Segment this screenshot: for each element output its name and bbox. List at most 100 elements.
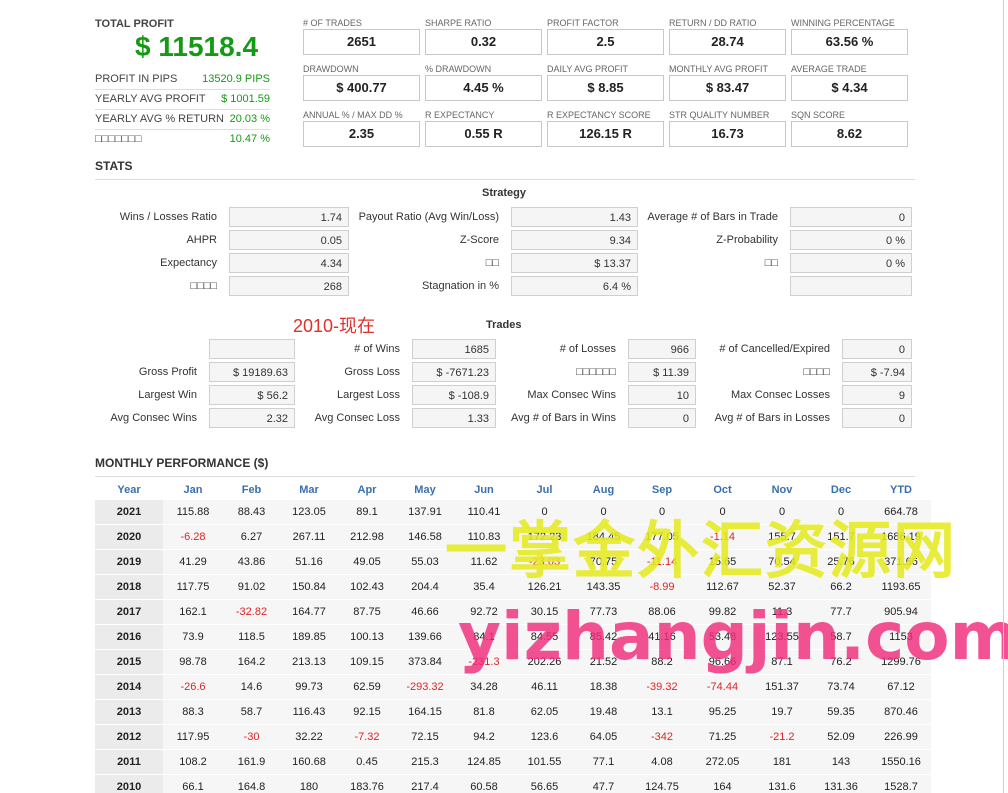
metric-daily-avg: DAILY AVG PROFIT $ 8.85	[547, 64, 664, 104]
metric-sqn-score: SQN SCORE 8.62	[791, 110, 908, 150]
metric-label: AVERAGE TRADE	[791, 64, 867, 74]
metric-value: $ 83.47	[669, 75, 786, 101]
page-border	[1003, 0, 1004, 793]
month-value-cell: 59.35	[811, 699, 871, 725]
stat-label: Stagnation in %	[421, 280, 499, 292]
month-value-cell: 117.95	[163, 724, 223, 750]
metric-value: 2651	[303, 29, 420, 55]
month-value-cell: 1528.7	[871, 774, 931, 793]
summary-value: $ 1001.59	[221, 93, 270, 105]
monthly-header-cell: Mar	[299, 484, 319, 496]
report-page: TOTAL PROFIT $ 11518.4 PROFIT IN PIPS 13…	[0, 0, 1008, 793]
metric-value: 2.35	[303, 121, 420, 147]
month-value-cell: 150.84	[280, 574, 338, 600]
month-value-cell: 19.48	[575, 699, 632, 725]
month-value-cell: 46.11	[514, 674, 575, 700]
month-value-cell: 4.08	[632, 749, 692, 775]
metric-value: $ 4.34	[791, 75, 908, 101]
stat-label: Average # of Bars in Trade	[647, 211, 778, 223]
month-value-cell: 67.12	[871, 674, 931, 700]
metric-value: 8.62	[791, 121, 908, 147]
month-value-cell: -39.32	[632, 674, 692, 700]
stat-value: 0 %	[790, 230, 912, 250]
month-value-cell: 164.15	[396, 699, 454, 725]
month-value-cell: 64.05	[575, 724, 632, 750]
trade-label: Largest Loss	[337, 389, 400, 401]
summary-row-yearly-profit: YEARLY AVG PROFIT $ 1001.59	[95, 93, 270, 109]
month-value-cell: 161.9	[223, 749, 280, 775]
summary-label: YEARLY AVG % RETURN	[95, 113, 224, 125]
monthly-header-cell: Aug	[592, 484, 615, 496]
period-note: 2010-现在	[293, 316, 376, 336]
month-value-cell: 180	[280, 774, 338, 793]
trade-label: # of Losses	[559, 343, 616, 355]
metric-label: RETURN / DD RATIO	[669, 18, 757, 28]
month-value-cell: 108.2	[163, 749, 223, 775]
month-value-cell: 117.75	[163, 574, 223, 600]
year-cell: 2015	[95, 649, 163, 675]
summary-value: 13520.9 PIPS	[202, 73, 270, 85]
stat-value: $ 13.37	[511, 253, 638, 273]
month-value-cell: 100.13	[338, 624, 396, 650]
month-value-cell: 71.25	[692, 724, 753, 750]
month-value-cell: 123.05	[280, 500, 338, 525]
watermark-url: yizhangjin.com	[458, 598, 1008, 675]
stat-label: Z-Probability	[716, 234, 778, 246]
month-value-cell: 46.66	[396, 599, 454, 625]
month-value-cell: 267.11	[280, 524, 338, 550]
year-cell: 2011	[95, 749, 163, 775]
stat-value: 6.4 %	[511, 276, 638, 296]
monthly-header-cell: Dec	[830, 484, 852, 496]
month-value-cell: 72.15	[396, 724, 454, 750]
table-row: 2012 117.95 -30 32.22 -7.32 72.15 94.2 123.6 64.…	[95, 724, 931, 750]
stat-value: 1.43	[511, 207, 638, 227]
trade-value: 1685	[412, 339, 496, 359]
year-cell: 2016	[95, 624, 163, 650]
trade-label: # of Cancelled/Expired	[719, 343, 830, 355]
month-value-cell: -32.82	[223, 599, 280, 625]
metric-trades: # OF TRADES 2651	[303, 18, 420, 58]
table-row: 2011 108.2 161.9 160.68 0.45 215.3 124.85 101.5…	[95, 749, 931, 775]
divider	[95, 476, 915, 477]
month-value-cell: 151.37	[753, 674, 811, 700]
metric-winning-pct: WINNING PERCENTAGE 63.56 %	[791, 18, 908, 58]
divider	[95, 129, 270, 130]
trade-value: $ -7671.23	[412, 362, 496, 382]
month-value-cell: 92.15	[338, 699, 396, 725]
table-row: 2010 66.1 164.8 180 183.76 217.4 60.58 56.65 47.…	[95, 774, 931, 793]
metric-label: ANNUAL % / MAX DD %	[303, 110, 403, 120]
month-value-cell: 66.1	[163, 774, 223, 793]
month-value-cell: 62.05	[514, 699, 575, 725]
monthly-header-cell: Nov	[771, 484, 793, 496]
stat-label: Z-Score	[459, 234, 499, 246]
month-value-cell: 181	[753, 749, 811, 775]
stat-label: Expectancy	[160, 257, 217, 269]
total-profit-value: $ 11518.4	[135, 31, 259, 62]
month-value-cell: 56.65	[514, 774, 575, 793]
trade-value: $ -108.9	[412, 385, 496, 405]
month-value-cell: 77.1	[575, 749, 632, 775]
metric-label: WINNING PERCENTAGE	[791, 18, 895, 28]
metric-label: MONTHLY AVG PROFIT	[669, 64, 769, 74]
metric-value: $ 8.85	[547, 75, 664, 101]
trade-label: Avg # of Bars in Losses	[714, 412, 830, 424]
trades-title: Trades	[486, 319, 522, 331]
month-value-cell: 164.77	[280, 599, 338, 625]
metric-label: % DRAWDOWN	[425, 64, 492, 74]
metric-value: 63.56 %	[791, 29, 908, 55]
stat-label: Payout Ratio (Avg Win/Loss)	[358, 211, 499, 223]
month-value-cell: -7.32	[338, 724, 396, 750]
trade-label: Avg # of Bars in Wins	[511, 412, 616, 424]
metric-label: DAILY AVG PROFIT	[547, 64, 629, 74]
month-value-cell: -6.28	[163, 524, 223, 550]
month-value-cell: 164.2	[223, 649, 280, 675]
stat-label: □□	[764, 257, 778, 269]
year-cell: 2012	[95, 724, 163, 750]
metric-profit-factor: PROFIT FACTOR 2.5	[547, 18, 664, 58]
month-value-cell: 32.22	[280, 724, 338, 750]
summary-row-pips: PROFIT IN PIPS 13520.9 PIPS	[95, 73, 270, 89]
month-value-cell: 160.68	[280, 749, 338, 775]
stat-value: 0	[790, 207, 912, 227]
month-value-cell: 131.6	[753, 774, 811, 793]
monthly-header-cell: Sep	[651, 484, 673, 496]
